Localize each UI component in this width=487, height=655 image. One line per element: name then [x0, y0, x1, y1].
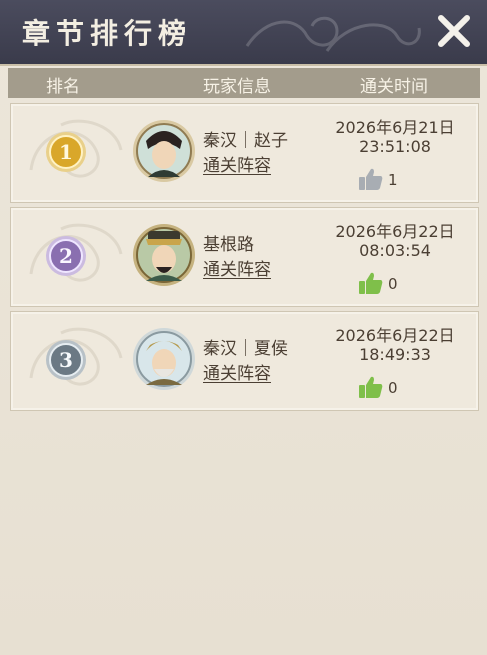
header-player: 玩家信息	[203, 77, 271, 97]
clear-date: 2026年6月21日	[335, 118, 455, 137]
player-name: 秦汉｜夏侯	[203, 339, 288, 359]
player-name: 基根路	[203, 235, 254, 255]
clear-time: 18:49:33	[359, 345, 431, 364]
close-icon[interactable]	[435, 12, 473, 50]
cloud-pattern-icon	[245, 16, 421, 52]
header-rank: 排名	[46, 77, 80, 97]
table-row: 2 基根路 通关阵容 2026年6月22日 08:03:54 0	[10, 207, 479, 307]
like-count: 1	[388, 171, 398, 189]
thumbs-up-icon[interactable]	[358, 271, 384, 295]
page-title: 章节排行榜	[22, 17, 193, 50]
player-name: 秦汉｜赵子	[203, 131, 288, 151]
thumbs-up-icon[interactable]	[358, 375, 384, 399]
player-avatar[interactable]	[132, 327, 196, 391]
clear-datetime: 2026年6月22日 18:49:33	[325, 326, 465, 364]
thumbs-up-icon[interactable]	[358, 167, 384, 191]
clear-time: 08:03:54	[359, 241, 431, 260]
header-time: 通关时间	[360, 77, 428, 97]
clear-date: 2026年6月22日	[335, 222, 455, 241]
leaderboard-panel: 章节排行榜 排名 玩家信息 通关时间 1 秦汉｜赵子 通关阵容 2026年6月2…	[0, 0, 487, 655]
team-lineup-link[interactable]: 通关阵容	[203, 151, 271, 176]
clear-time: 23:51:08	[359, 137, 431, 156]
rank-number: 3	[59, 348, 73, 372]
like-count: 0	[388, 275, 398, 293]
rank-number: 1	[59, 140, 73, 164]
clear-date: 2026年6月22日	[335, 326, 455, 345]
table-row: 1 秦汉｜赵子 通关阵容 2026年6月21日 23:51:08 1	[10, 103, 479, 203]
player-avatar[interactable]	[132, 223, 196, 287]
like-count: 0	[388, 379, 398, 397]
title-bar: 章节排行榜	[0, 0, 487, 66]
clear-datetime: 2026年6月22日 08:03:54	[325, 222, 465, 260]
table-row: 3 秦汉｜夏侯 通关阵容 2026年6月22日 18:49:33 0	[10, 311, 479, 411]
player-avatar[interactable]	[132, 119, 196, 183]
team-lineup-link[interactable]: 通关阵容	[203, 359, 271, 384]
rank-number: 2	[59, 244, 73, 268]
rank-3-medal-icon: 3	[46, 340, 86, 380]
column-header: 排名 玩家信息 通关时间	[8, 68, 480, 98]
team-lineup-link[interactable]: 通关阵容	[203, 255, 271, 280]
clear-datetime: 2026年6月21日 23:51:08	[325, 118, 465, 156]
rank-1-medal-icon: 1	[46, 132, 86, 172]
rank-2-medal-icon: 2	[46, 236, 86, 276]
